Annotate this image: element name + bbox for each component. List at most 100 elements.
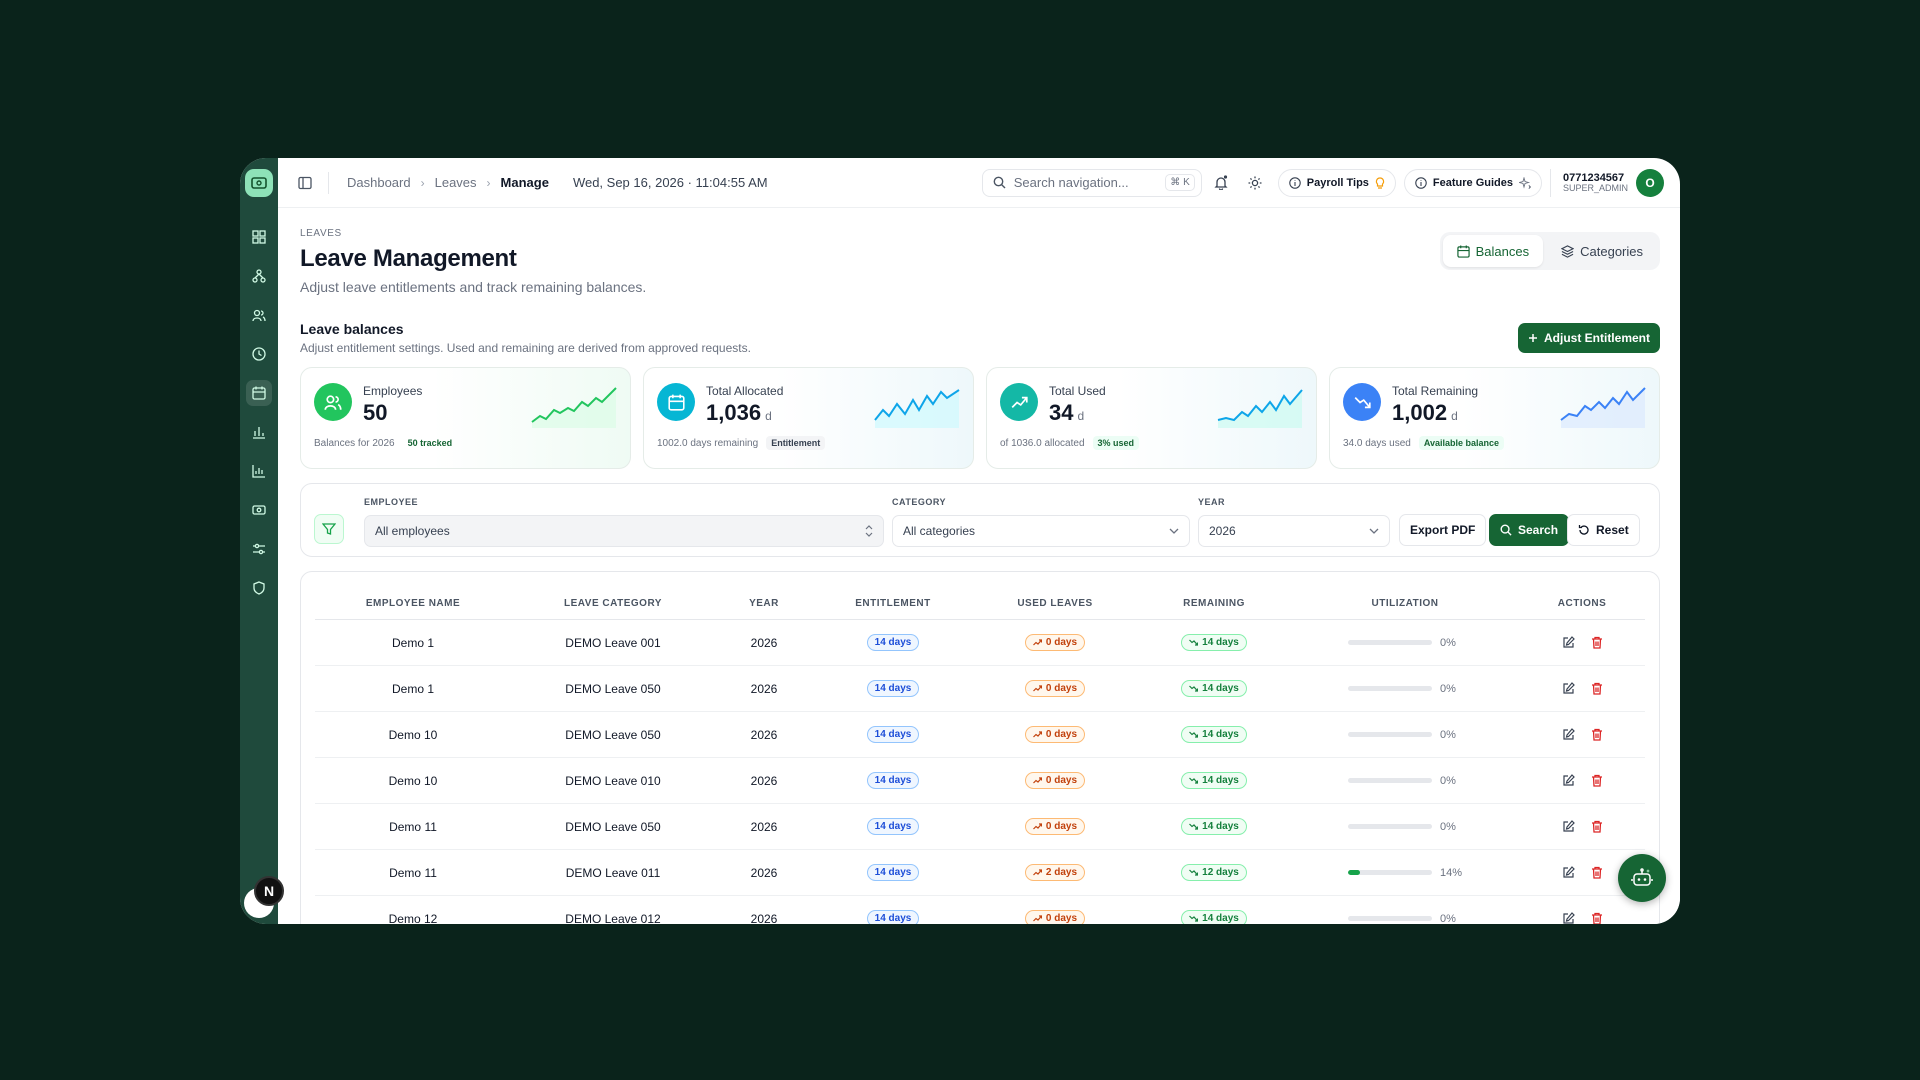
filter-toggle-button[interactable] (314, 514, 344, 544)
column-header[interactable]: REMAINING (1137, 598, 1291, 609)
shield-icon (253, 581, 265, 595)
delete-button[interactable] (1591, 682, 1603, 695)
cell-employee-name: Demo 1 (391, 681, 435, 696)
search-button[interactable]: Search (1489, 514, 1570, 546)
cell-remaining: 12 days (1137, 864, 1291, 881)
edit-button[interactable] (1562, 912, 1575, 924)
search-input[interactable]: Search navigation... ⌘ K (981, 168, 1202, 197)
category-select[interactable]: All categories (892, 515, 1190, 547)
section-subtitle: Adjust entitlement settings. Used and re… (300, 341, 751, 355)
trend-down-icon (1189, 777, 1199, 784)
utilization-bar (1348, 640, 1432, 645)
assistant-fab-button[interactable] (1618, 854, 1666, 902)
edit-icon (1562, 728, 1575, 740)
edit-button[interactable] (1562, 682, 1575, 695)
column-header[interactable]: ENTITLEMENT (813, 598, 973, 609)
user-menu[interactable]: 0771234567 SUPER_ADMIN O (1549, 168, 1664, 197)
app-logo[interactable] (245, 169, 273, 197)
avatar[interactable]: O (1636, 168, 1664, 197)
nav-payroll[interactable] (246, 497, 272, 523)
export-pdf-button[interactable]: Export PDF (1399, 514, 1487, 546)
sparkline-allocated (874, 389, 960, 428)
sun-icon (1248, 176, 1262, 189)
column-header[interactable]: EMPLOYEE NAME (315, 598, 511, 609)
remaining-badge: 14 days (1181, 772, 1247, 789)
delete-button[interactable] (1591, 728, 1603, 741)
notifications-button[interactable] (1206, 168, 1236, 198)
column-header[interactable]: LEAVE CATEGORY (511, 598, 715, 609)
column-header[interactable]: UTILIZATION (1291, 598, 1519, 609)
sparkline-remaining (1560, 387, 1646, 428)
stat-foot: Balances for 2026 50 tracked (314, 436, 457, 450)
stat-unit: d (1077, 409, 1085, 423)
table-row[interactable]: Demo 1 DEMO Leave 050 2026 14 days 0 days 14 … (315, 666, 1645, 712)
employee-select[interactable]: All employees (364, 515, 884, 547)
sparkline-employees (531, 387, 617, 428)
cell-remaining: 14 days (1137, 818, 1291, 835)
entitlement-badge: 14 days (866, 910, 920, 924)
delete-button[interactable] (1591, 866, 1603, 879)
cell-year: 2026 (750, 911, 778, 925)
edit-icon (1562, 866, 1575, 878)
tab-balances[interactable]: Balances (1442, 235, 1544, 267)
remaining-badge-text: 14 days (1202, 821, 1239, 832)
used-badge: 0 days (1024, 634, 1086, 651)
year-select[interactable]: 2026 (1198, 515, 1390, 547)
refresh-icon (1578, 525, 1589, 535)
cell-used: 0 days (973, 910, 1137, 924)
table-row[interactable]: Demo 11 DEMO Leave 011 2026 14 days 2 days 12… (315, 850, 1645, 896)
stats-cards: Employees 50 Balances for 2026 50 tracked… (300, 367, 1660, 469)
delete-button[interactable] (1591, 820, 1603, 833)
reset-button[interactable]: Reset (1567, 514, 1640, 546)
nav-settings[interactable] (246, 536, 272, 562)
table-row[interactable]: Demo 1 DEMO Leave 001 2026 14 days 0 days 14 … (315, 620, 1645, 666)
delete-button[interactable] (1591, 912, 1603, 924)
breadcrumb-dashboard[interactable]: Dashboard (347, 175, 411, 190)
trend-down-icon (1189, 639, 1199, 646)
edit-button[interactable] (1562, 866, 1575, 879)
payroll-tips-button[interactable]: Payroll Tips (1277, 168, 1396, 197)
edit-button[interactable] (1562, 636, 1575, 649)
breadcrumb-leaves[interactable]: Leaves (435, 175, 477, 190)
column-header[interactable]: YEAR (715, 598, 813, 609)
used-badge: 0 days (1024, 818, 1086, 835)
nav-analytics[interactable] (246, 458, 272, 484)
nav-security[interactable] (246, 575, 272, 601)
utilization-bar (1348, 778, 1432, 783)
nav-reports[interactable] (246, 419, 272, 445)
edit-button[interactable] (1562, 774, 1575, 787)
table-row[interactable]: Demo 10 DEMO Leave 050 2026 14 days 0 days 14… (315, 712, 1645, 758)
remaining-badge: 12 days (1181, 864, 1247, 881)
table-row[interactable]: Demo 11 DEMO Leave 050 2026 14 days 0 days 14… (315, 804, 1645, 850)
delete-button[interactable] (1591, 636, 1603, 649)
table-row[interactable]: Demo 10 DEMO Leave 010 2026 14 days 0 days 14… (315, 758, 1645, 804)
chevron-down-icon (1169, 528, 1179, 534)
cell-actions (1519, 728, 1645, 741)
tab-categories[interactable]: Categories (1547, 235, 1657, 267)
feature-guides-label: Feature Guides (1432, 176, 1513, 189)
edit-button[interactable] (1562, 820, 1575, 833)
sidebar-toggle-icon[interactable] (298, 176, 312, 190)
category-filter-label: CATEGORY (892, 497, 947, 507)
adjust-entitlement-button[interactable]: Adjust Entitlement (1517, 323, 1660, 353)
theme-toggle-button[interactable] (1240, 168, 1270, 198)
edit-button[interactable] (1562, 728, 1575, 741)
cell-used: 0 days (973, 726, 1137, 743)
delete-button[interactable] (1591, 774, 1603, 787)
dev-tools-badge[interactable]: N (254, 876, 284, 906)
nav-attendance[interactable] (246, 341, 272, 367)
trash-icon (1591, 728, 1602, 741)
nav-dashboard[interactable] (246, 224, 272, 250)
cell-entitlement: 14 days (813, 772, 973, 789)
cell-remaining: 14 days (1137, 772, 1291, 789)
search-placeholder: Search navigation... (1013, 175, 1129, 190)
table-row[interactable]: Demo 12 DEMO Leave 012 2026 14 days 0 days 14… (315, 896, 1645, 924)
feature-guides-button[interactable]: Feature Guides (1403, 168, 1542, 197)
nav-leaves[interactable] (246, 380, 272, 406)
nav-employees[interactable] (246, 302, 272, 328)
nav-organization[interactable] (246, 263, 272, 289)
users-icon (324, 395, 342, 410)
column-header[interactable]: USED LEAVES (973, 598, 1137, 609)
lightbulb-icon (1375, 176, 1385, 189)
chevron-down-icon (1369, 528, 1379, 534)
